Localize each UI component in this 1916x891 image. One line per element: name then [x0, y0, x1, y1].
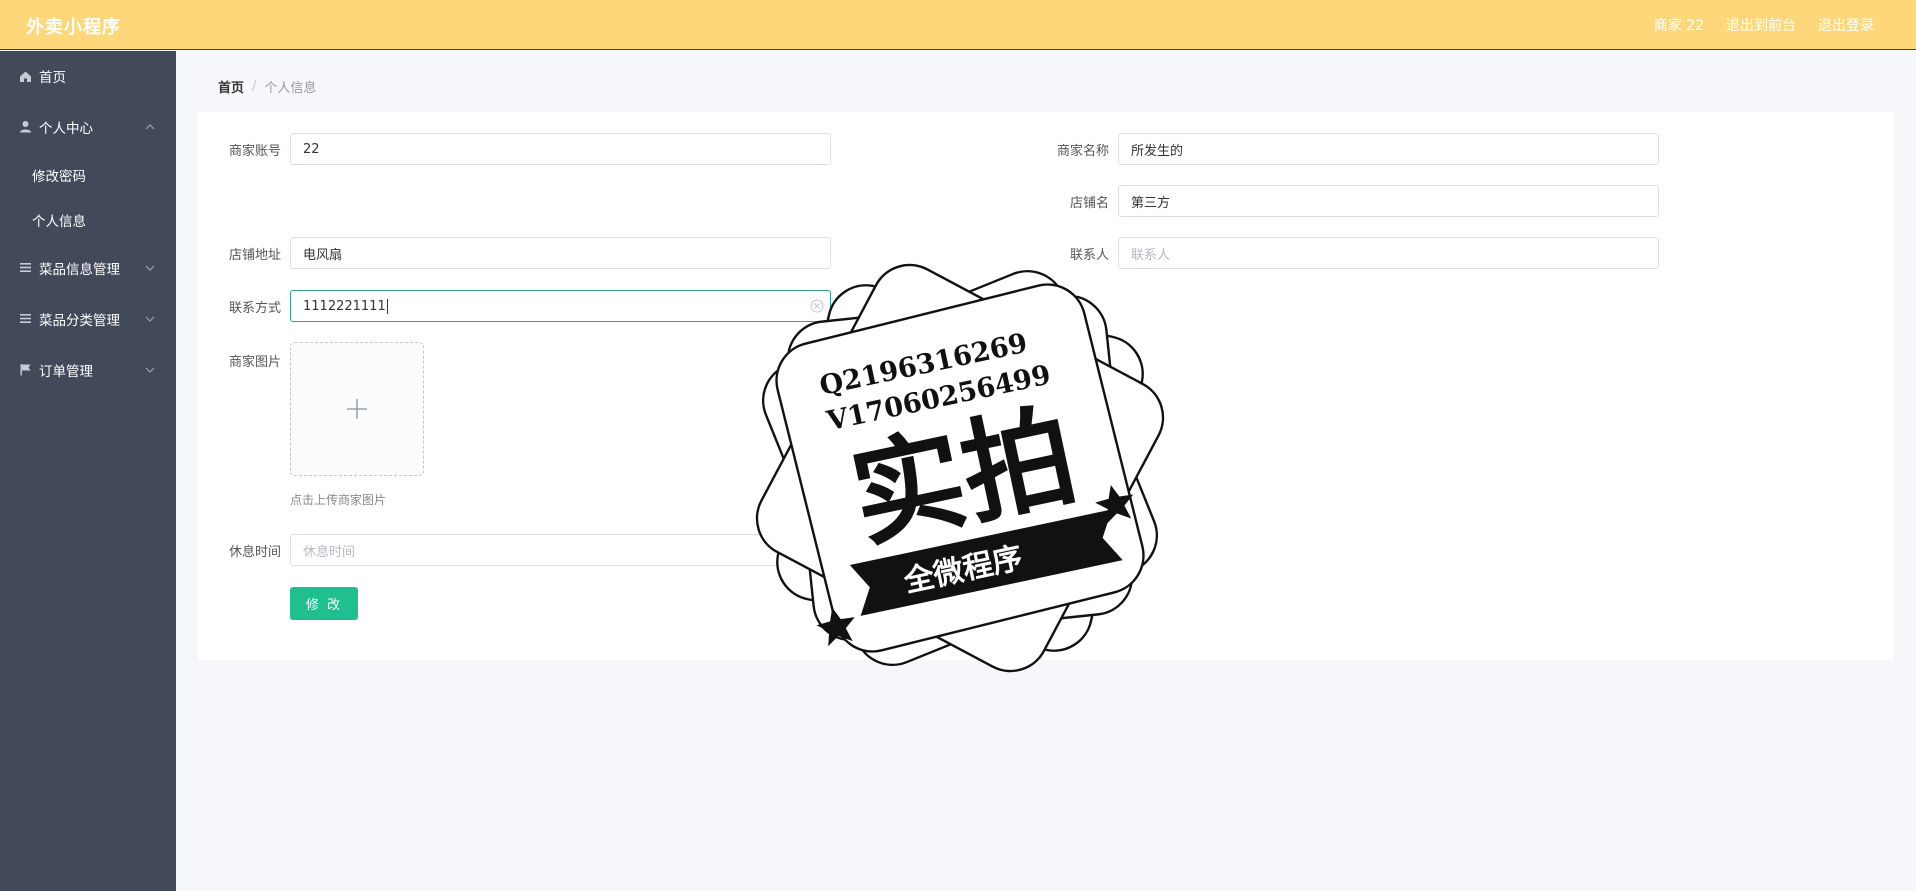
upload-hint: 点击上传商家图片: [290, 493, 387, 507]
list-icon: [18, 261, 32, 275]
merchant-name-label: 商家名称: [1056, 144, 1109, 159]
contact-phone-label: 联系方式: [228, 301, 281, 316]
list-icon: [18, 312, 32, 326]
merchant-name-field[interactable]: 所发生的: [1118, 133, 1659, 165]
chevron-down-icon: [145, 316, 155, 322]
current-user-label: 商家 22: [1653, 18, 1704, 34]
breadcrumb-current: 个人信息: [264, 80, 317, 96]
personal-center-submenu: 修改密码 个人信息: [0, 152, 176, 242]
plus-icon: [347, 399, 367, 419]
sidebar-item-dish-category[interactable]: 菜品分类管理: [0, 293, 176, 344]
chevron-down-icon: [145, 265, 155, 271]
back-to-front-link[interactable]: 退出到前台: [1726, 15, 1796, 35]
shop-address-label: 店铺地址: [228, 248, 281, 263]
user-icon: [18, 120, 32, 134]
shop-name-label: 店铺名: [1069, 196, 1109, 211]
sidebar-item-personal-info[interactable]: 个人信息: [0, 197, 176, 242]
merchant-image-label: 商家图片: [228, 355, 281, 370]
image-upload-box[interactable]: [290, 342, 424, 476]
sidebar-item-change-password[interactable]: 修改密码: [0, 152, 176, 197]
breadcrumb-separator: /: [252, 78, 257, 94]
sidebar-item-dish-info[interactable]: 菜品信息管理: [0, 242, 176, 293]
text-cursor: [386, 298, 388, 314]
contact-person-label: 联系人: [1069, 248, 1109, 263]
breadcrumb-home[interactable]: 首页: [218, 77, 244, 96]
sidebar-item-label: 修改密码: [32, 168, 86, 185]
header-links: 商家 22 退出到前台 退出登录: [1654, 15, 1874, 35]
logout-link[interactable]: 退出登录: [1818, 15, 1874, 35]
rest-time-label: 休息时间: [228, 545, 281, 560]
top-header: 外卖小程序 商家 22 退出到前台 退出登录: [0, 0, 1916, 50]
chevron-down-icon: [145, 367, 155, 373]
sidebar-item-label: 订单管理: [39, 363, 93, 380]
sidebar-item-label: 个人信息: [32, 213, 86, 230]
flag-icon: [18, 363, 32, 377]
shop-address-field[interactable]: 电风扇: [290, 237, 831, 269]
contact-phone-value: 1112221111: [303, 298, 386, 314]
sidebar-item-label: 个人中心: [39, 120, 93, 137]
rest-time-field[interactable]: 休息时间: [290, 534, 831, 566]
breadcrumb: 首页 / 个人信息: [198, 60, 1894, 112]
home-icon: [18, 69, 32, 83]
sidebar-item-label: 首页: [39, 70, 66, 86]
merchant-account-field[interactable]: 22: [290, 133, 831, 165]
submit-button[interactable]: 修 改: [290, 587, 358, 620]
sidebar-item-label: 菜品信息管理: [39, 261, 120, 278]
sidebar: 首页 个人中心 修改密码 个人信息 菜品信息管理 菜品分类管理 订单管理: [0, 51, 176, 891]
merchant-account-label: 商家账号: [228, 144, 281, 159]
sidebar-item-personal-center[interactable]: 个人中心: [0, 101, 176, 152]
sidebar-item-orders[interactable]: 订单管理: [0, 344, 176, 395]
contact-person-field[interactable]: 联系人: [1118, 237, 1659, 269]
chevron-up-icon: [145, 123, 155, 129]
app-title: 外卖小程序: [26, 17, 121, 38]
sidebar-item-home[interactable]: 首页: [0, 51, 176, 101]
shop-name-field[interactable]: 第三方: [1118, 185, 1659, 217]
clear-icon[interactable]: [810, 299, 824, 313]
contact-phone-field[interactable]: 1112221111: [290, 290, 831, 322]
sidebar-item-label: 菜品分类管理: [39, 312, 120, 329]
